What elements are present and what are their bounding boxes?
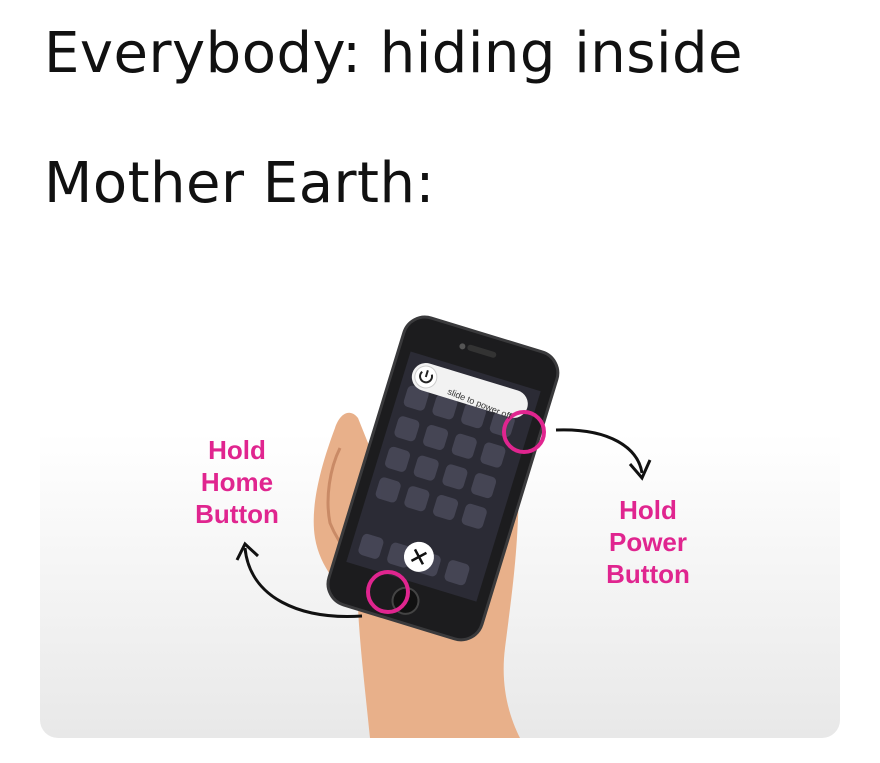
power-label-line: Power <box>608 527 688 557</box>
phone-illustration <box>235 315 652 738</box>
home-label-line: Hold <box>208 435 266 465</box>
home-label-line: Button <box>195 499 279 529</box>
power-label-line: Hold <box>619 495 677 525</box>
phone-photo: slide to power off Hold Home Button Hold… <box>40 268 840 738</box>
home-button-label: Hold Home Button <box>167 434 307 530</box>
caption-line-1: Everybody: hiding inside <box>44 21 744 86</box>
arrow-icon <box>555 428 644 474</box>
power-button-label: Hold Power Button <box>578 494 718 590</box>
power-label-line: Button <box>606 559 690 589</box>
home-label-line: Home <box>200 467 274 497</box>
caption-line-2: Mother Earth: <box>44 151 435 216</box>
